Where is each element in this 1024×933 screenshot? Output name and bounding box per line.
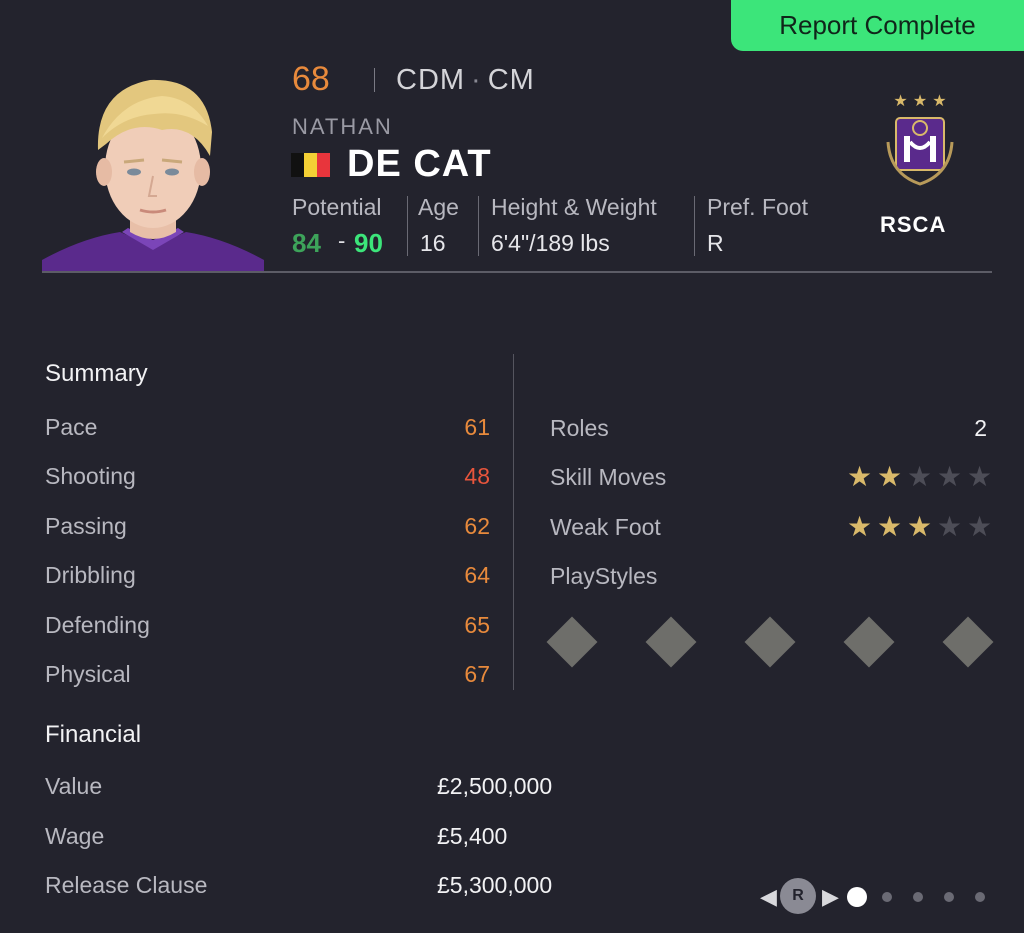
star-icon: ★: [877, 461, 903, 492]
header-divider: [42, 271, 992, 273]
primary-position: CDM: [396, 64, 466, 96]
info-divider: [694, 196, 695, 256]
potential-high: 90: [354, 228, 383, 258]
report-complete-badge[interactable]: Report Complete: [731, 0, 1024, 51]
weak-foot-label: Weak Foot: [550, 514, 661, 540]
pref-foot-value: R: [707, 230, 724, 256]
stat-value-shooting: 48: [464, 463, 490, 489]
position-separator: ·: [471, 64, 482, 96]
star-icon: ★: [967, 461, 993, 492]
skill-moves-stars: ★ ★ ★ ★ ★: [847, 460, 997, 494]
playstyle-slot[interactable]: [645, 616, 697, 668]
height-weight-value: 6'4"/189 lbs: [491, 230, 610, 256]
playstyle-slot[interactable]: [843, 616, 895, 668]
positions: CDM · CM: [396, 64, 535, 97]
star-icon: ★: [877, 511, 903, 542]
stat-value-passing: 62: [464, 513, 490, 539]
financial-label-value: Value: [45, 773, 103, 799]
info-divider: [407, 196, 408, 256]
pager-dot[interactable]: [944, 892, 954, 902]
stat-value-defending: 65: [464, 612, 490, 638]
star-icon: ★: [907, 511, 933, 542]
roles-label: Roles: [550, 415, 609, 441]
stat-value-dribbling: 64: [464, 562, 490, 588]
pager-left-arrow-icon[interactable]: ◀: [760, 884, 777, 910]
financial-title: Financial: [45, 721, 142, 748]
info-divider: [478, 196, 479, 256]
position-divider: [374, 68, 375, 92]
potential-low: 84: [292, 228, 321, 258]
stat-label-physical: Physical: [45, 661, 131, 687]
financial-value-wage: £5,400: [437, 823, 508, 849]
column-divider: [513, 354, 514, 690]
stat-label-shooting: Shooting: [45, 463, 136, 489]
stat-value-pace: 61: [464, 414, 490, 440]
potential-dash: -: [338, 228, 346, 253]
playstyle-slot[interactable]: [942, 616, 994, 668]
player-last-name: DE CAT: [347, 143, 492, 185]
stat-label-passing: Passing: [45, 513, 127, 539]
secondary-position: CM: [487, 64, 535, 96]
potential-label: Potential: [292, 194, 382, 220]
summary-title: Summary: [45, 360, 148, 387]
weak-foot-stars: ★ ★ ★ ★ ★: [847, 510, 997, 544]
skill-moves-label: Skill Moves: [550, 464, 667, 490]
roles-value: 2: [974, 415, 987, 441]
stat-label-defending: Defending: [45, 612, 150, 638]
pager-dot[interactable]: [975, 892, 985, 902]
pager-dot[interactable]: [913, 892, 923, 902]
star-icon: ★: [847, 461, 873, 492]
player-first-name: NATHAN: [292, 114, 393, 139]
pager-dot[interactable]: [882, 892, 892, 902]
club-crest-icon: ★ ★ ★: [878, 91, 962, 192]
star-icon: ★: [937, 511, 963, 542]
stat-label-dribbling: Dribbling: [45, 562, 136, 588]
r-button[interactable]: R: [780, 878, 816, 914]
height-weight-label: Height & Weight: [491, 194, 657, 220]
star-icon: ★: [937, 461, 963, 492]
pref-foot-label: Pref. Foot: [707, 194, 808, 220]
stat-label-pace: Pace: [45, 414, 98, 440]
belgium-flag-icon: [291, 153, 330, 177]
pager-right-arrow-icon[interactable]: ▶: [822, 884, 839, 910]
star-icon: ★: [847, 511, 873, 542]
star-icon: ★: [907, 461, 933, 492]
playstyles-label: PlayStyles: [550, 563, 658, 589]
financial-value-value: £2,500,000: [437, 773, 553, 799]
overall-rating: 68: [292, 60, 330, 98]
financial-label-release-clause: Release Clause: [45, 872, 208, 898]
playstyle-slot[interactable]: [744, 616, 796, 668]
pager-dot-active[interactable]: [847, 887, 867, 907]
financial-value-release-clause: £5,300,000: [437, 872, 553, 898]
playstyle-slot[interactable]: [546, 616, 598, 668]
stat-value-physical: 67: [464, 661, 490, 687]
age-value: 16: [420, 230, 446, 256]
club-name: RSCA: [880, 212, 947, 237]
financial-label-wage: Wage: [45, 823, 105, 849]
star-icon: ★: [967, 511, 993, 542]
age-label: Age: [418, 194, 459, 220]
svg-text:★ ★ ★: ★ ★ ★: [893, 92, 946, 110]
player-photo: [42, 60, 264, 272]
